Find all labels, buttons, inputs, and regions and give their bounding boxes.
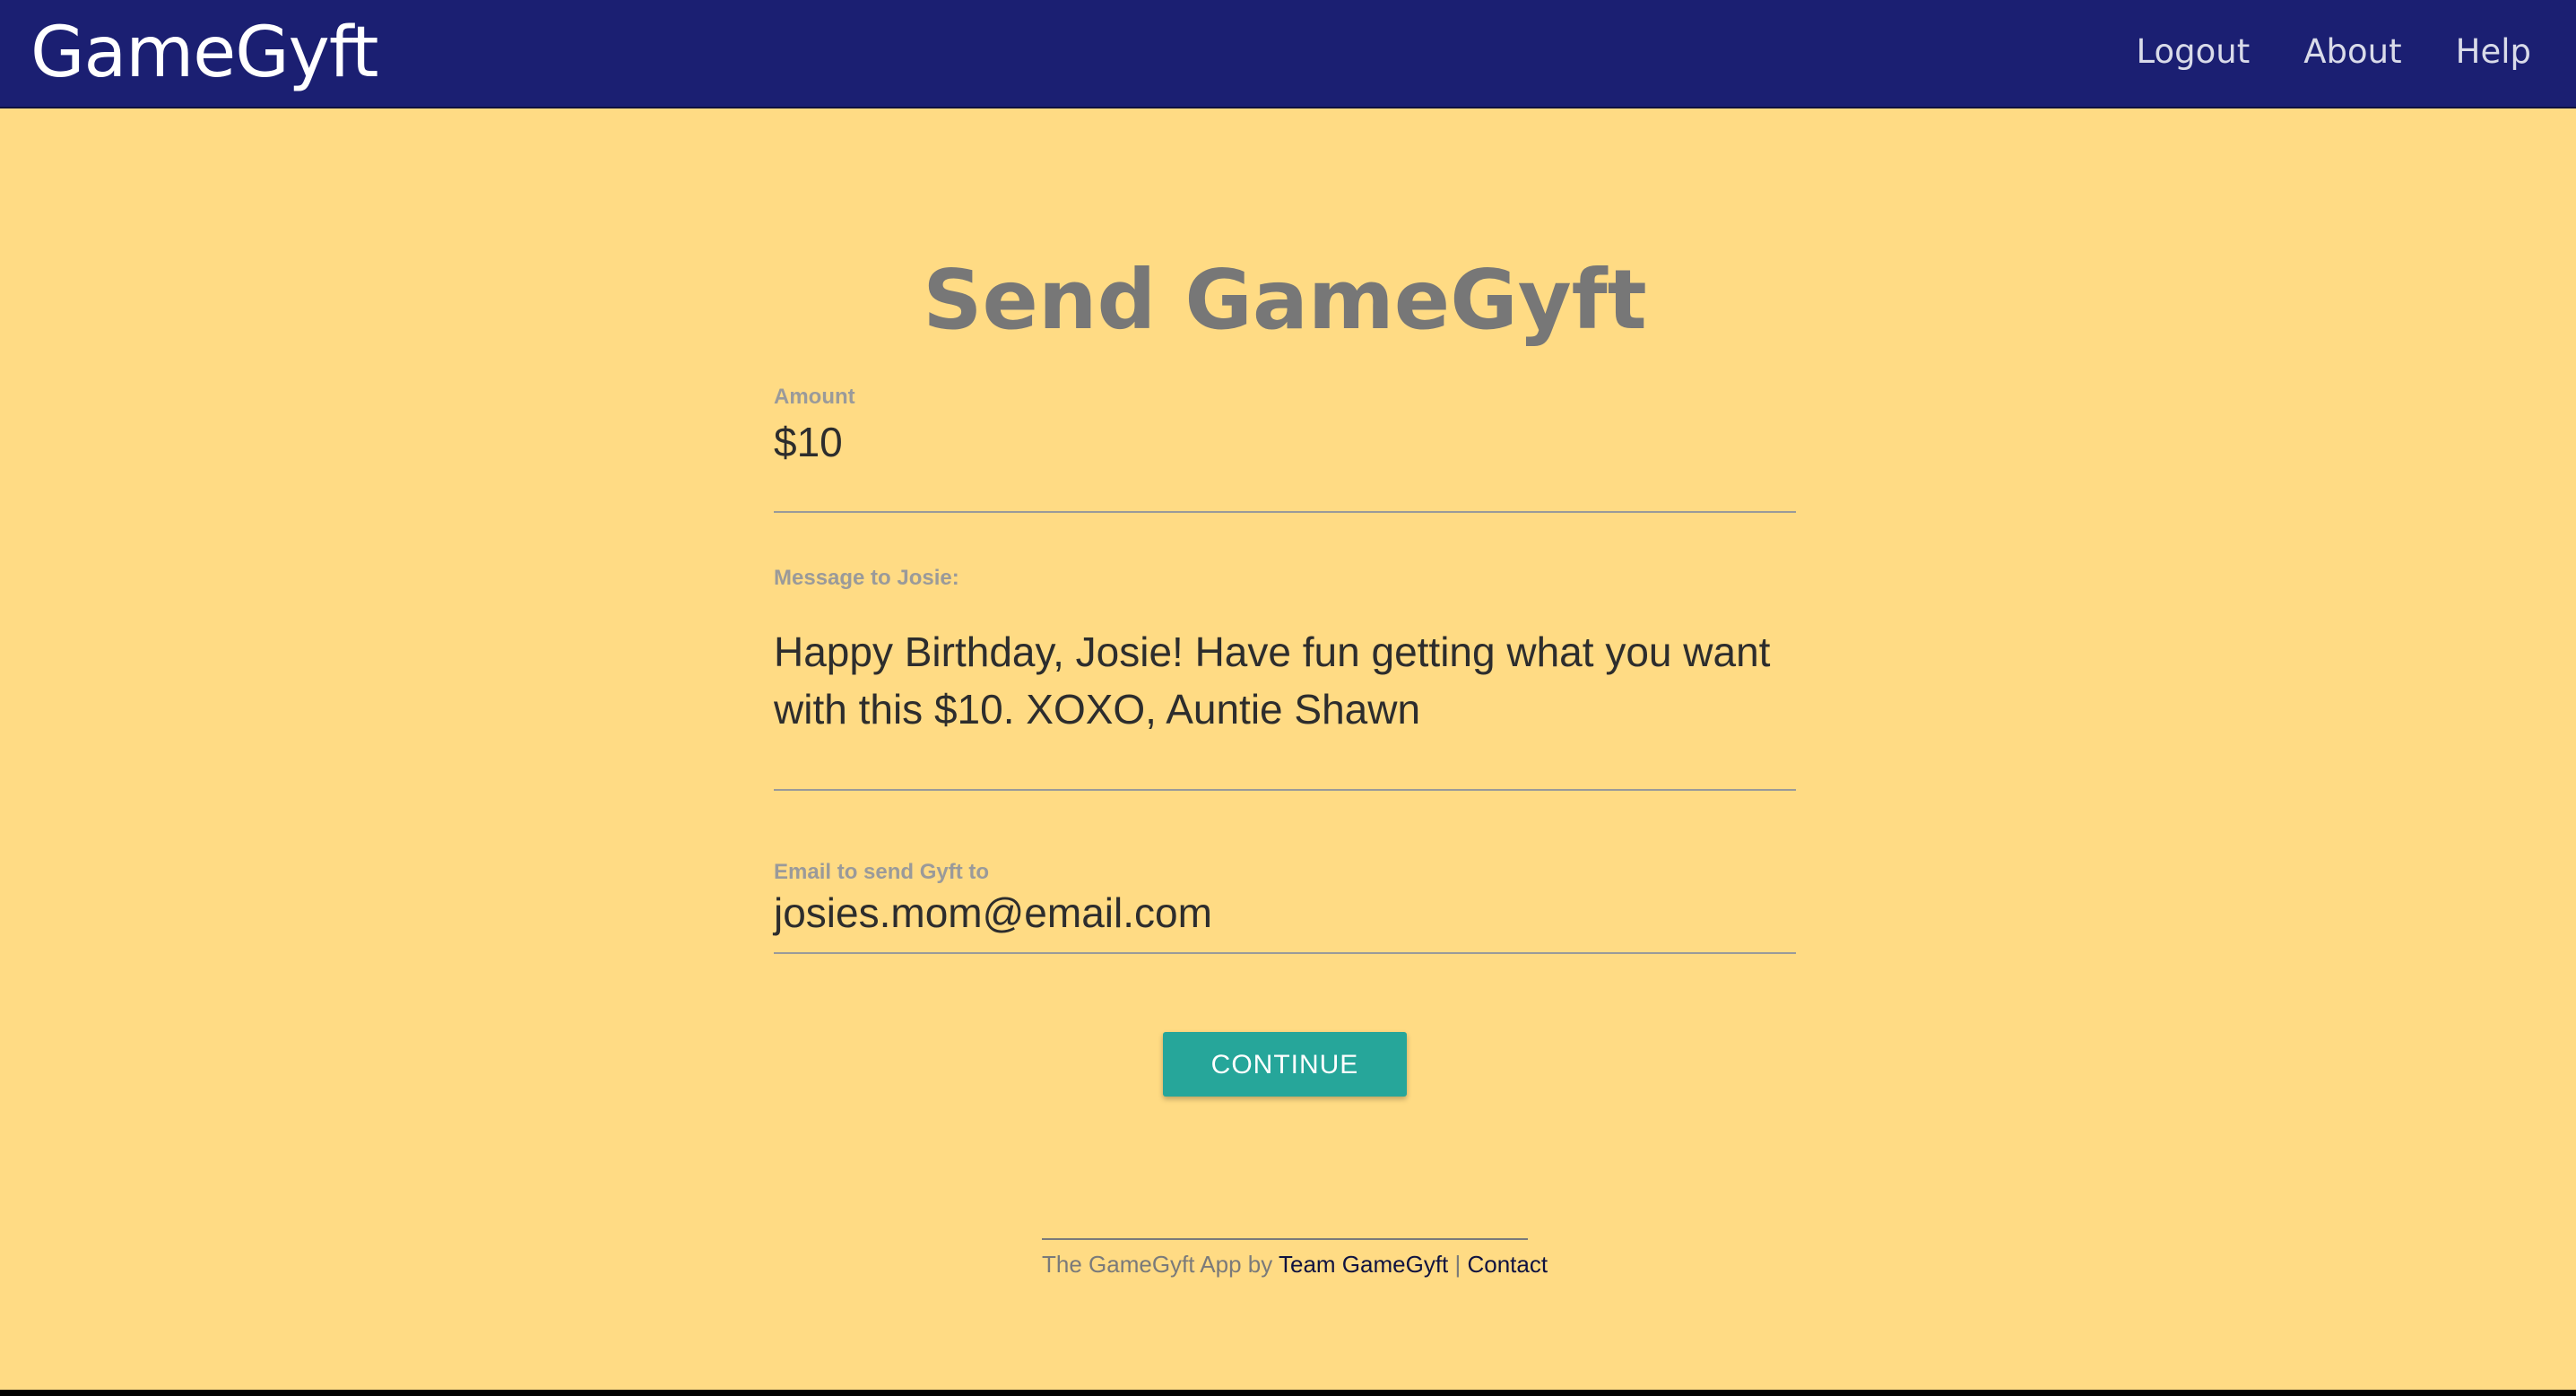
message-field: Message to Josie: Happy Birthday, Josie!… xyxy=(774,565,1796,791)
footer-team-link[interactable]: Team GameGyft xyxy=(1279,1251,1448,1278)
message-label: Message to Josie: xyxy=(774,566,959,590)
footer-separator: | xyxy=(1448,1251,1468,1278)
continue-button[interactable]: CONTINUE xyxy=(1163,1032,1407,1097)
message-textarea[interactable]: Happy Birthday, Josie! Have fun getting … xyxy=(774,592,1796,791)
bottom-edge xyxy=(0,1390,2576,1396)
page: GameGyft Logout About Help Send GameGyft… xyxy=(0,0,2576,1390)
amount-label: Amount xyxy=(774,385,855,409)
navbar: GameGyft Logout About Help xyxy=(0,0,2576,108)
page-title: Send GameGyft xyxy=(923,252,1647,348)
brand-logo[interactable]: GameGyft xyxy=(30,13,378,93)
footer-contact-link[interactable]: Contact xyxy=(1467,1251,1548,1278)
amount-field: Amount $10 xyxy=(774,384,1796,513)
nav-links: Logout About Help xyxy=(2083,0,2531,102)
footer: The GameGyft App by Team GameGyft | Cont… xyxy=(1042,1238,1548,1279)
nav-logout-link[interactable]: Logout xyxy=(2137,32,2251,71)
email-field: Email to send Gyft to josies.mom@email.c… xyxy=(774,859,1796,954)
amount-input[interactable]: $10 xyxy=(774,411,1796,513)
nav-help-link[interactable]: Help xyxy=(2456,32,2531,71)
nav-about-link[interactable]: About xyxy=(2303,32,2401,71)
footer-credit-text: The GameGyft App by xyxy=(1042,1251,1279,1278)
